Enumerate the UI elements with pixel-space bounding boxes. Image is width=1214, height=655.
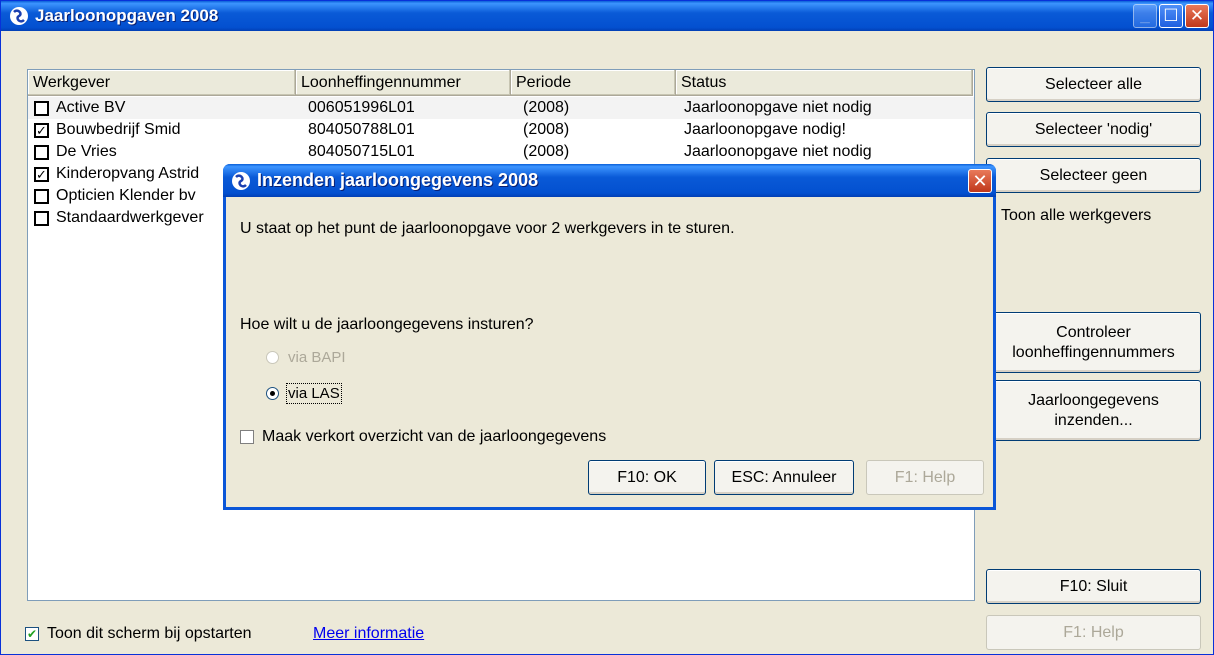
check-numbers-label: Controleer loonheffingennummers xyxy=(1012,323,1175,361)
select-none-button[interactable]: Selecteer geen xyxy=(986,158,1201,193)
cell-werkgever: Kinderopvang Astrid xyxy=(56,165,200,182)
cell-status: Jaarloonopgave nodig! xyxy=(684,121,846,138)
cell-status: Jaarloonopgave niet nodig xyxy=(684,99,872,116)
show-all-employers-checkbox[interactable]: Toon alle werkgevers xyxy=(1001,207,1151,225)
window-titlebar[interactable]: Jaarloonopgaven 2008 _ ☐ ✕ xyxy=(1,1,1213,31)
show-at-startup-checkbox[interactable]: ✔ Toon dit scherm bij opstarten xyxy=(25,625,252,643)
dialog-help-label: F1: Help xyxy=(894,468,956,486)
dialog-cancel-label: ESC: Annuleer xyxy=(731,468,837,486)
select-all-button[interactable]: Selecteer alle xyxy=(986,67,1201,102)
list-header: Werkgever Loonheffingennummer Periode St… xyxy=(28,70,974,96)
window-title: Jaarloonopgaven 2008 xyxy=(35,6,219,25)
checked-checkbox-icon[interactable]: ✓ xyxy=(34,167,49,182)
cell-werkgever: Active BV xyxy=(56,99,126,116)
dialog-ok-button[interactable]: F10: OK xyxy=(588,460,706,495)
unchecked-checkbox-icon[interactable] xyxy=(34,101,49,116)
select-needed-label: Selecteer 'nodig' xyxy=(1034,120,1153,138)
cell-werkgever: Opticien Klender bv xyxy=(56,187,196,204)
checkmark-icon: ✔ xyxy=(25,627,39,641)
dialog-question: Hoe wilt u de jaarloongegevens insturen? xyxy=(240,316,534,333)
checkbox-box xyxy=(240,430,254,444)
dialog-title: Inzenden jaarloongegevens 2008 xyxy=(257,170,539,190)
cell-periode: (2008) xyxy=(523,143,570,160)
cell-nummer: 804050788L01 xyxy=(308,121,415,138)
submit-dialog: Inzenden jaarloongegevens 2008 ✕ U staat… xyxy=(223,164,996,510)
cell-werkgever: Standaardwerkgever xyxy=(56,209,204,226)
cell-periode: (2008) xyxy=(523,99,570,116)
dialog-ok-label: F10: OK xyxy=(617,468,677,486)
short-overview-checkbox[interactable]: Maak verkort overzicht van de jaarloonge… xyxy=(240,428,606,446)
unchecked-checkbox-icon[interactable] xyxy=(34,145,49,160)
show-all-employers-label: Toon alle werkgevers xyxy=(1001,207,1152,224)
dialog-cancel-button[interactable]: ESC: Annuleer xyxy=(714,460,854,495)
radio-bapi-circle xyxy=(266,351,279,364)
minimize-icon[interactable]: _ xyxy=(1133,4,1157,28)
table-row[interactable]: ✓ Bouwbedrijf Smid 804050788L01 (2008) Jaarl… xyxy=(28,119,974,141)
cell-nummer: 804050715L01 xyxy=(308,143,415,160)
close-icon[interactable]: ✕ xyxy=(1185,4,1209,28)
cell-werkgever: De Vries xyxy=(56,143,117,160)
radio-via-bapi[interactable]: via BAPI xyxy=(266,349,346,366)
submit-data-label: Jaarloongegevens inzenden... xyxy=(1028,391,1159,429)
dialog-message: U staat op het punt de jaarloonopgave vo… xyxy=(240,220,735,237)
cell-periode: (2008) xyxy=(523,121,570,138)
radio-las-label: via LAS xyxy=(286,383,342,404)
checked-checkbox-icon[interactable]: ✓ xyxy=(34,123,49,138)
select-needed-button[interactable]: Selecteer 'nodig' xyxy=(986,112,1201,147)
column-header-status[interactable]: Status xyxy=(676,70,973,96)
select-all-label: Selecteer alle xyxy=(1045,75,1142,93)
help-button[interactable]: F1: Help xyxy=(986,615,1201,650)
close-button-label: F10: Sluit xyxy=(1059,577,1128,595)
dialog-close-icon[interactable]: ✕ xyxy=(968,169,992,193)
column-header-werkgever[interactable]: Werkgever xyxy=(28,70,296,96)
cell-status: Jaarloonopgave niet nodig xyxy=(684,143,872,160)
more-info-link[interactable]: Meer informatie xyxy=(313,625,424,643)
radio-via-las[interactable]: via LAS xyxy=(266,383,342,404)
table-row[interactable]: Active BV 006051996L01 (2008) Jaarloonopgav… xyxy=(28,97,974,119)
submit-data-button[interactable]: Jaarloongegevens inzenden... xyxy=(986,380,1201,441)
show-at-startup-label: Toon dit scherm bij opstarten xyxy=(47,625,252,642)
check-numbers-button[interactable]: Controleer loonheffingennummers xyxy=(986,312,1201,373)
unchecked-checkbox-icon[interactable] xyxy=(34,189,49,204)
cell-werkgever: Bouwbedrijf Smid xyxy=(56,121,181,138)
short-overview-label: Maak verkort overzicht van de jaarloonge… xyxy=(262,428,607,445)
dialog-titlebar[interactable]: Inzenden jaarloongegevens 2008 ✕ xyxy=(223,164,996,197)
cell-nummer: 006051996L01 xyxy=(308,99,415,116)
table-row[interactable]: De Vries 804050715L01 (2008) Jaarloonopgave… xyxy=(28,141,974,163)
maximize-icon[interactable]: ☐ xyxy=(1159,4,1183,28)
radio-las-circle xyxy=(266,387,279,400)
radio-bapi-label: via BAPI xyxy=(288,349,346,366)
dialog-help-button[interactable]: F1: Help xyxy=(866,460,984,495)
select-none-label: Selecteer geen xyxy=(1039,166,1148,184)
app-logo-icon xyxy=(9,6,29,26)
help-button-label: F1: Help xyxy=(1063,623,1124,641)
app-logo-icon xyxy=(231,171,251,191)
unchecked-checkbox-icon[interactable] xyxy=(34,211,49,226)
column-header-periode[interactable]: Periode xyxy=(511,70,676,96)
close-button[interactable]: F10: Sluit xyxy=(986,569,1201,604)
column-header-loonheffingennummer[interactable]: Loonheffingennummer xyxy=(296,70,511,96)
